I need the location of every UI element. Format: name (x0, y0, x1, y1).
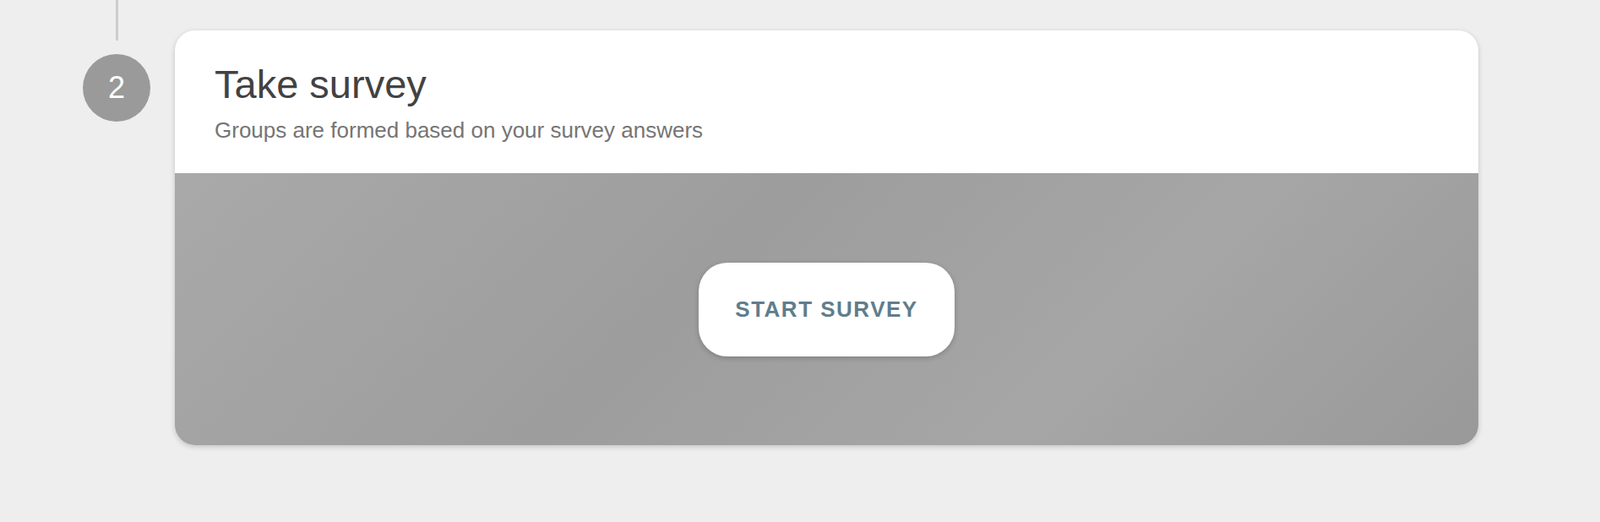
card-image: START SURVEY (174, 173, 1479, 446)
start-survey-button[interactable]: START SURVEY (698, 262, 955, 357)
page: 2 Take survey Groups are formed based on y… (0, 0, 1600, 522)
survey-card: Take survey Groups are formed based on yo… (174, 30, 1479, 446)
step-number: 2 (82, 54, 151, 122)
step-indicator: 2 (82, 0, 151, 122)
card-subtitle: Groups are formed based on your survey a… (214, 116, 1439, 146)
card-title: Take survey (214, 60, 1439, 109)
card-header: Take survey Groups are formed based on yo… (174, 30, 1479, 174)
step-line (115, 0, 119, 41)
